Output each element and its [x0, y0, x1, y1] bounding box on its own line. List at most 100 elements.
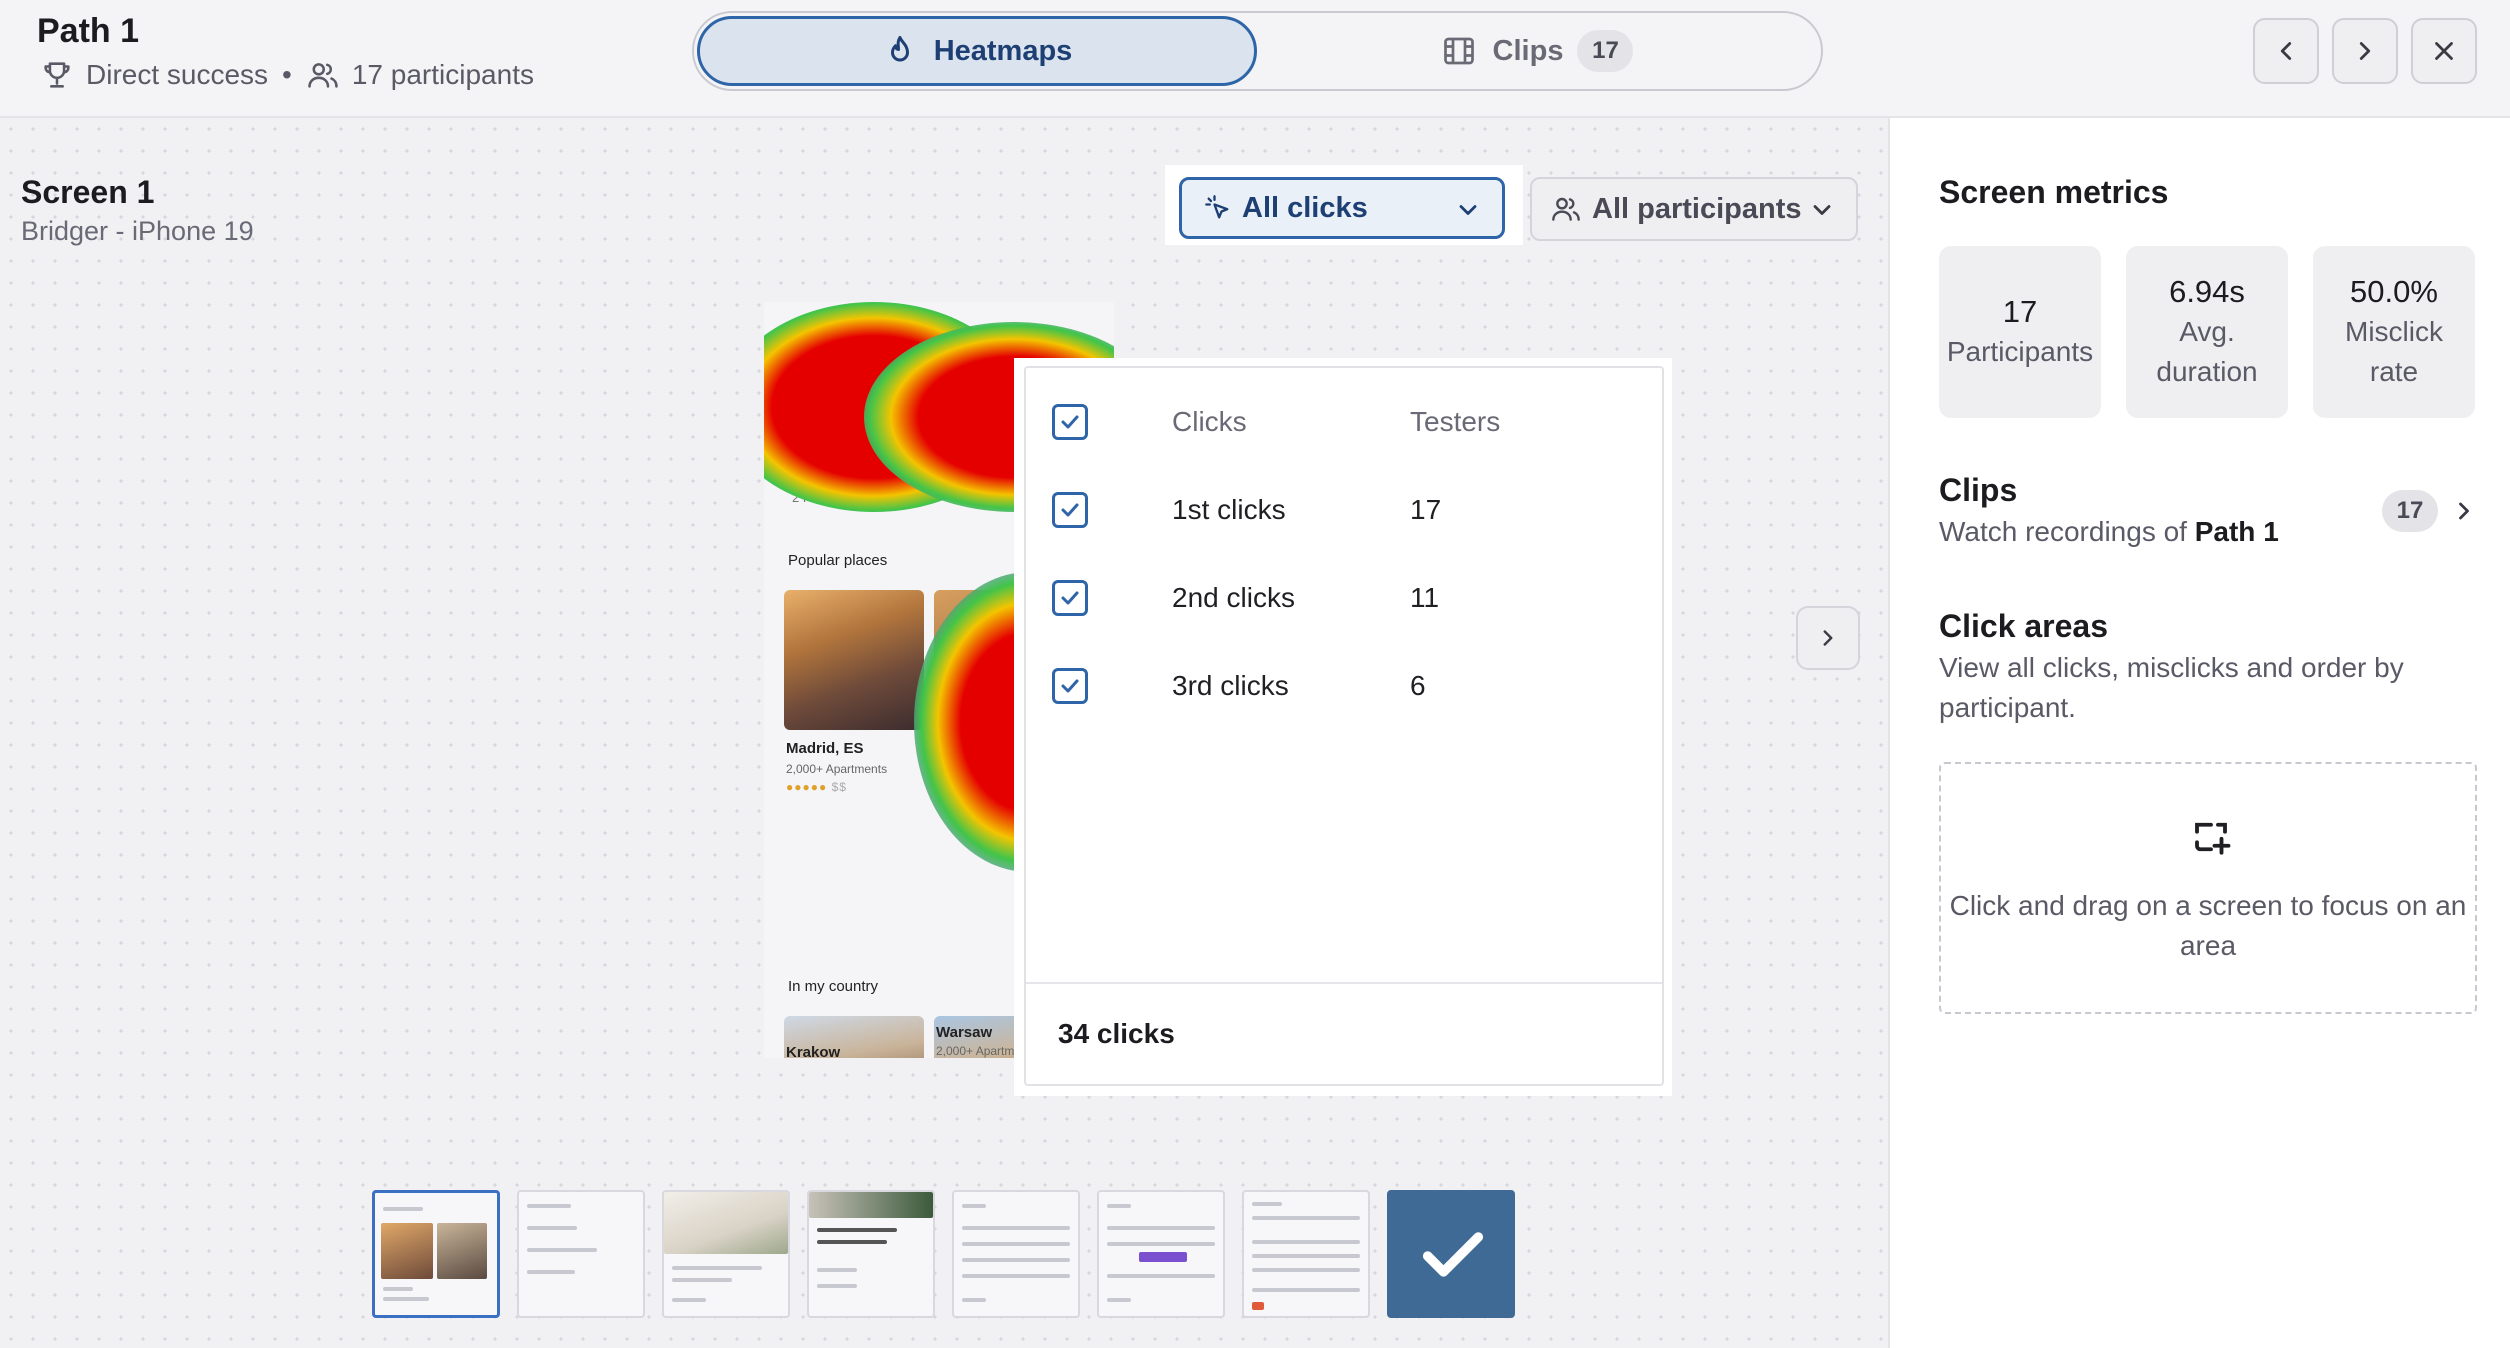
dropdown-option-3rd-clicks[interactable]: 3rd clicks 6: [1026, 656, 1666, 716]
clicks-column-header: Clicks: [1172, 406, 1247, 437]
people-icon: [1552, 197, 1580, 221]
testers-column-header: Testers: [1410, 406, 1501, 437]
screen-thumbnail-4[interactable]: [807, 1190, 935, 1318]
area-select-icon: [2195, 822, 2231, 855]
option-checkbox[interactable]: [1052, 668, 1088, 704]
madrid-rating: ●●●●● $$: [786, 780, 847, 794]
option-testers: 17: [1410, 494, 1442, 525]
clicks-filter-dropdown[interactable]: All clicks: [1179, 177, 1505, 239]
participants-count: 17 participants: [351, 59, 534, 90]
participants-filter-label: All participants: [1592, 192, 1802, 225]
close-button[interactable]: [2411, 18, 2477, 84]
clips-description[interactable]: Watch recordings of Path 1: [1939, 512, 2279, 552]
click-areas-description: View all clicks, misclicks and order by …: [1939, 652, 2404, 723]
click-area-dropzone[interactable]: Click and drag on a screen to focus on a…: [1939, 762, 2477, 1014]
clicks-filter-wrapper: All clicks: [1165, 165, 1523, 245]
metric-value: 6.94s: [2169, 274, 2245, 309]
clips-count-badge: 17: [2382, 490, 2438, 532]
next-path-button[interactable]: [2332, 18, 2398, 84]
option-testers: 6: [1410, 670, 1426, 701]
result-label: Direct success: [86, 59, 269, 90]
clips-heading: Clips: [1939, 472, 2018, 508]
tab-clips[interactable]: Clips 17: [1257, 16, 1817, 86]
chevron-down-icon: [1459, 205, 1477, 215]
chevron-right-icon: [1823, 630, 1833, 646]
clicks-dropdown-menu: Clicks Testers 1st clicks 17 2nd clicks …: [1024, 366, 1664, 1086]
option-label: 2nd clicks: [1172, 582, 1295, 613]
clips-path-name: Path 1: [2194, 516, 2279, 547]
tab-heatmaps-label: Heatmaps: [933, 34, 1073, 67]
view-tabs: Heatmaps Clips 17: [692, 11, 1823, 91]
option-checkbox[interactable]: [1052, 580, 1088, 616]
flame-icon: [890, 36, 909, 62]
metric-label: Avg. duration: [2156, 316, 2258, 387]
heatmap-canvas[interactable]: Screen 1 Bridger - iPhone 19 2 People Up…: [0, 118, 1890, 1348]
metric-value: 17: [2002, 294, 2038, 329]
madrid-apartments: 2,000+ Apartments: [786, 762, 888, 776]
chip-location: City Centre: [954, 490, 1020, 505]
chevron-right-icon: [2459, 502, 2469, 520]
metric-avg-duration: 6.94s Avg. duration: [2126, 246, 2288, 418]
dropdown-option-1st-clicks[interactable]: 1st clicks 17: [1026, 480, 1666, 540]
option-label: 1st clicks: [1172, 494, 1286, 525]
screen-thumbnail-1[interactable]: [372, 1190, 500, 1318]
select-all-checkbox[interactable]: [1052, 404, 1088, 440]
chevron-down-icon: [1813, 205, 1831, 215]
next-screen-button[interactable]: [1796, 606, 1860, 670]
area-hint-text: Click and drag on a screen to focus on a…: [1949, 890, 2467, 961]
previous-path-button[interactable]: [2253, 18, 2319, 84]
clicks-dropdown-wrapper: Clicks Testers 1st clicks 17 2nd clicks …: [1014, 358, 1672, 1096]
check-icon: [1422, 1232, 1484, 1277]
chevron-right-icon: [2359, 42, 2371, 60]
screen-thumbnail-2[interactable]: [517, 1190, 645, 1318]
clips-count-badge: 17: [1577, 30, 1634, 72]
option-testers: 11: [1410, 582, 1440, 613]
screen-thumbnail-6[interactable]: [1097, 1190, 1225, 1318]
warsaw-city: Warsaw: [936, 1024, 993, 1041]
tab-clips-label: Clips: [1492, 34, 1564, 67]
path-title: Path 1: [37, 12, 140, 50]
dropdown-option-2nd-clicks[interactable]: 2nd clicks 11: [1026, 568, 1666, 628]
screen-thumbnails: [372, 1190, 1515, 1318]
chip-price: Up to £ 100: [865, 490, 933, 505]
metric-label: Participants: [1946, 336, 2094, 367]
hamburger-menu-icon: [786, 340, 806, 354]
check-icon: [1061, 591, 1079, 605]
check-icon: [1061, 679, 1079, 693]
option-checkbox[interactable]: [1052, 492, 1088, 528]
click-areas-heading: Click areas: [1939, 608, 2109, 644]
total-clicks: 34 clicks: [1058, 1018, 1175, 1049]
dropdown-footer: 34 clicks: [1026, 982, 1662, 1084]
in-my-country-label: In my country: [788, 978, 879, 995]
madrid-photo: [784, 590, 924, 730]
participants-filter-dropdown[interactable]: All participants: [1530, 177, 1858, 241]
screen-thumbnail-8[interactable]: [1387, 1190, 1515, 1318]
screen-thumbnail-3[interactable]: [662, 1190, 790, 1318]
tab-heatmaps[interactable]: Heatmaps: [697, 16, 1257, 86]
chevron-left-icon: [2280, 42, 2292, 60]
trophy-icon: [44, 62, 70, 88]
clips-link[interactable]: 17: [2382, 490, 2478, 532]
people-icon: [308, 63, 338, 88]
screen-title: Screen 1: [21, 174, 155, 210]
screen-thumbnail-5[interactable]: [952, 1190, 1080, 1318]
metric-participants: 17 Participants: [1939, 246, 2101, 418]
metric-value: 50.0%: [2350, 274, 2438, 309]
filter-chips: 2 People Up to £ 100 City Centre: [792, 490, 1020, 505]
metric-misclick-rate: 50.0% Misclick rate: [2313, 246, 2475, 418]
popular-places-label: Popular places: [788, 552, 888, 569]
film-icon: [1443, 37, 1474, 65]
screen-metrics-panel: Screen metrics 17 Participants 6.94s Avg…: [1892, 118, 2510, 1348]
krakow-city: Krakow: [786, 1044, 841, 1058]
clips-text: Watch recordings of: [1939, 516, 2187, 547]
metrics-title: Screen metrics: [1939, 174, 2169, 210]
check-icon: [1061, 503, 1079, 517]
meta-separator: •: [282, 59, 292, 90]
top-bar: Path 1 Direct success • 17 participants …: [0, 0, 2510, 118]
heatmap-blob-top: [764, 302, 1024, 512]
path-meta: Direct success • 17 participants: [40, 58, 534, 92]
screen-thumbnail-7[interactable]: [1242, 1190, 1370, 1318]
clicks-filter-label: All clicks: [1242, 191, 1368, 224]
dropdown-header-row[interactable]: Clicks Testers: [1026, 392, 1666, 452]
cursor-click-icon: [1205, 195, 1229, 219]
